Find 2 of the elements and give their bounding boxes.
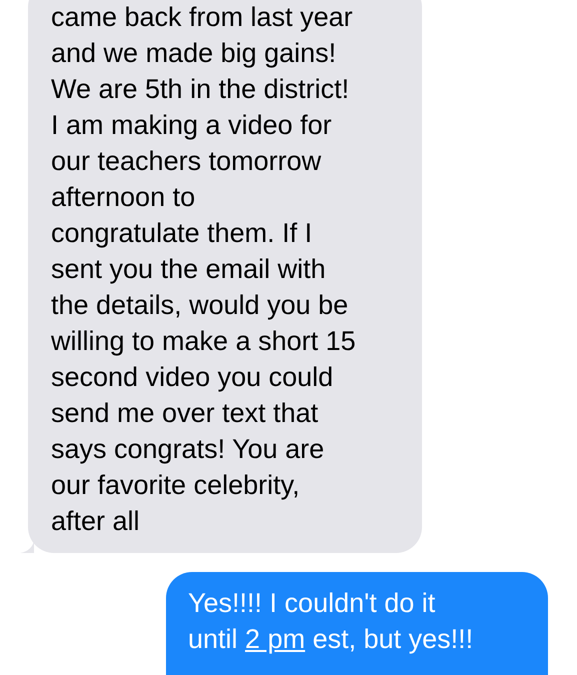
time-link[interactable]: 2 pm xyxy=(245,624,306,654)
sent-message-bubble: Yes!!!! I couldn't do it until 2 pm est, but yes!!! xyxy=(166,572,548,675)
